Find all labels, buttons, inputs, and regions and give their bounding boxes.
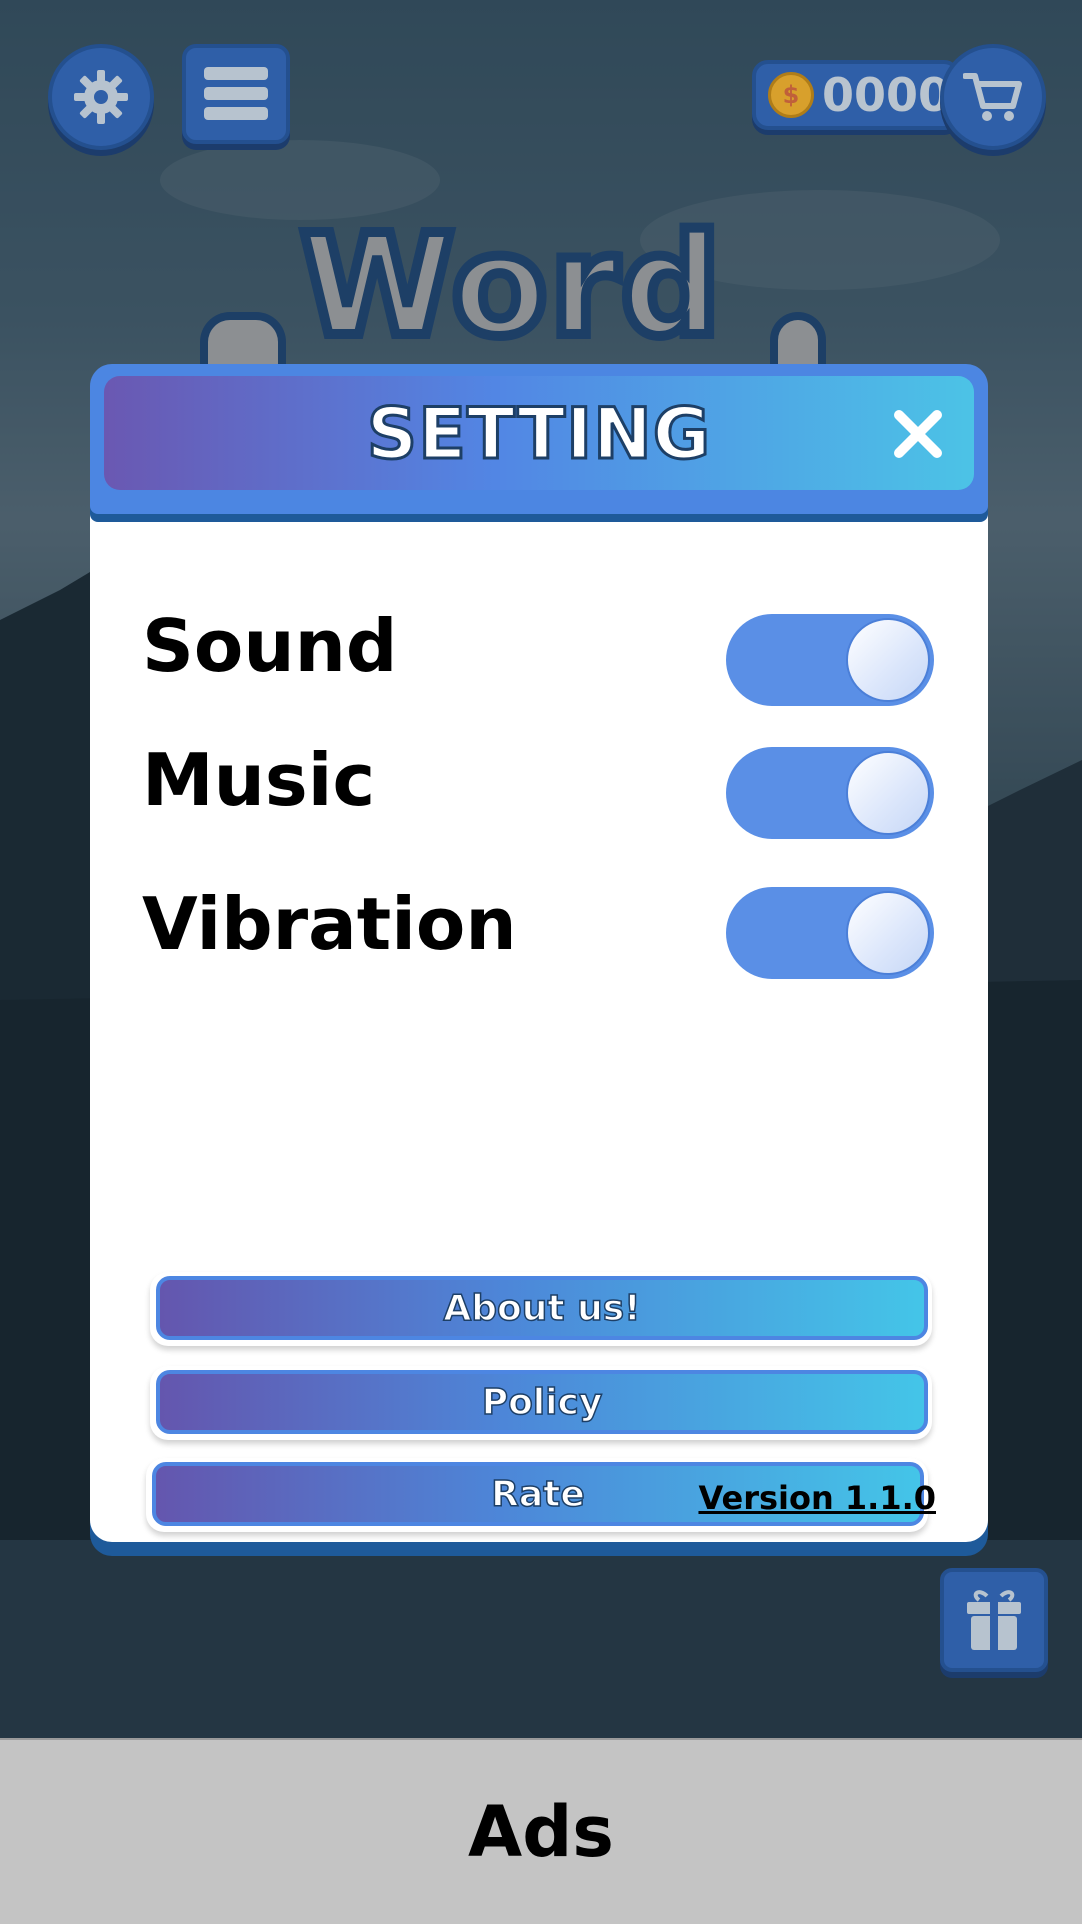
game-logo: Word	[295, 200, 726, 373]
music-toggle[interactable]	[726, 747, 934, 839]
toggle-knob	[846, 891, 930, 975]
shop-button[interactable]	[940, 44, 1046, 150]
toggle-knob	[846, 751, 930, 835]
close-icon	[894, 410, 942, 458]
shopping-cart-icon	[963, 73, 1022, 121]
coin-balance: $ 0000	[752, 60, 960, 130]
setting-label-sound: Sound	[142, 604, 398, 688]
toggle-knob	[846, 618, 930, 702]
policy-label: Policy	[156, 1370, 928, 1434]
settings-button[interactable]	[48, 44, 154, 150]
version-link[interactable]: Version 1.1.0	[698, 1479, 936, 1517]
vibration-toggle[interactable]	[726, 887, 934, 979]
coin-symbol: $	[782, 81, 800, 109]
coin-icon: $	[768, 72, 814, 118]
about-us-button[interactable]: About us!	[150, 1272, 932, 1346]
setting-label-music: Music	[142, 738, 376, 822]
gear-icon	[74, 70, 128, 124]
about-us-label: About us!	[156, 1276, 928, 1340]
ads-banner[interactable]: Ads	[0, 1738, 1082, 1924]
coin-count: 0000	[822, 68, 951, 122]
gift-icon	[967, 1590, 1021, 1650]
gift-button[interactable]	[940, 1568, 1048, 1672]
hamburger-menu-icon	[204, 67, 268, 120]
close-button[interactable]	[878, 394, 958, 474]
settings-dialog: Sound Music Vibration About us! Policy R…	[90, 364, 988, 1542]
policy-button[interactable]: Policy	[150, 1366, 932, 1440]
dialog-body: Sound Music Vibration About us! Policy R…	[90, 464, 988, 1542]
menu-button[interactable]	[182, 44, 290, 144]
sound-toggle[interactable]	[726, 614, 934, 706]
setting-label-vibration: Vibration	[142, 882, 517, 966]
dialog-title: SETTING	[365, 392, 712, 477]
dialog-header: SETTING	[90, 364, 988, 514]
